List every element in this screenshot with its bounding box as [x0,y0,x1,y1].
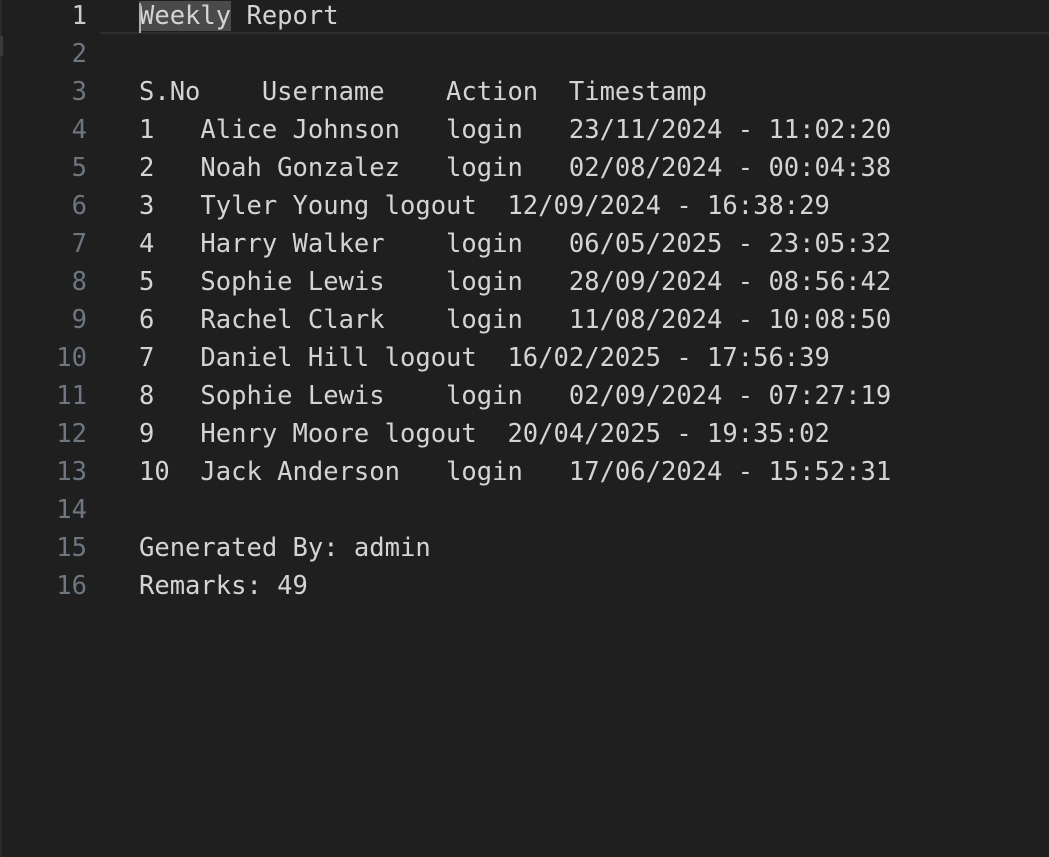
line-number: 4 [71,115,87,145]
line-text[interactable]: 2 Noah Gonzalez login 02/08/2024 - 00:04… [139,149,891,187]
editor-line-9[interactable]: 9 6 Rachel Clark login 11/08/2024 - 10:0… [0,301,1049,339]
editor-line-13[interactable]: 13 10 Jack Anderson login 17/06/2024 - 1… [0,453,1049,491]
line-text[interactable]: 1 Alice Johnson login 23/11/2024 - 11:02… [139,111,891,149]
line-number: 9 [71,305,87,335]
line-text[interactable]: 4 Harry Walker login 06/05/2025 - 23:05:… [139,225,891,263]
line-number: 8 [71,267,87,297]
line-number: 16 [56,571,87,601]
editor-line-1[interactable]: 1 Weekly Report [0,0,1049,35]
line-text[interactable]: 5 Sophie Lewis login 28/09/2024 - 08:56:… [139,263,891,301]
line-number: 7 [71,229,87,259]
line-text[interactable]: 9 Henry Moore logout 20/04/2025 - 19:35:… [139,415,830,453]
line-number: 15 [56,533,87,563]
editor-line-4[interactable]: 4 1 Alice Johnson login 23/11/2024 - 11:… [0,111,1049,149]
editor-line-8[interactable]: 8 5 Sophie Lewis login 28/09/2024 - 08:5… [0,263,1049,301]
line-text[interactable]: 10 Jack Anderson login 17/06/2024 - 15:5… [139,453,891,491]
line-number: 3 [71,77,87,107]
line-text[interactable]: Weekly Report [139,0,339,35]
editor-line-2[interactable]: 2 [0,35,1049,73]
line-text[interactable]: 7 Daniel Hill logout 16/02/2025 - 17:56:… [139,339,830,377]
selection-highlight: Weekly [139,1,232,31]
editor-line-3[interactable]: 3 S.No Username Action Timestamp [0,73,1049,111]
text-cursor [139,3,141,33]
line-number: 1 [71,1,87,31]
line-text-rest: Report [231,1,339,31]
line-text[interactable]: 8 Sophie Lewis login 02/09/2024 - 07:27:… [139,377,891,415]
line-number: 14 [56,495,87,525]
line-number: 10 [56,343,87,373]
line-text[interactable]: Generated By: admin [139,529,431,567]
editor-line-15[interactable]: 15 Generated By: admin [0,529,1049,567]
editor-line-14[interactable]: 14 [0,491,1049,529]
line-text[interactable]: S.No Username Action Timestamp [139,73,707,111]
editor-line-12[interactable]: 12 9 Henry Moore logout 20/04/2025 - 19:… [0,415,1049,453]
line-text[interactable]: 3 Tyler Young logout 12/09/2024 - 16:38:… [139,187,830,225]
editor-line-7[interactable]: 7 4 Harry Walker login 06/05/2025 - 23:0… [0,225,1049,263]
editor-line-11[interactable]: 11 8 Sophie Lewis login 02/09/2024 - 07:… [0,377,1049,415]
line-number: 13 [56,457,87,487]
line-number: 5 [71,153,87,183]
text-editor[interactable]: 1 Weekly Report 2 3 S.No Username Action… [0,0,1049,857]
line-text[interactable]: Remarks: 49 [139,567,308,605]
line-number: 6 [71,191,87,221]
line-number: 12 [56,419,87,449]
editor-line-6[interactable]: 6 3 Tyler Young logout 12/09/2024 - 16:3… [0,187,1049,225]
line-number: 2 [71,39,87,69]
line-text[interactable]: 6 Rachel Clark login 11/08/2024 - 10:08:… [139,301,891,339]
editor-line-5[interactable]: 5 2 Noah Gonzalez login 02/08/2024 - 00:… [0,149,1049,187]
editor-line-16[interactable]: 16 Remarks: 49 [0,567,1049,605]
editor-line-10[interactable]: 10 7 Daniel Hill logout 16/02/2025 - 17:… [0,339,1049,377]
line-number: 11 [56,381,87,411]
